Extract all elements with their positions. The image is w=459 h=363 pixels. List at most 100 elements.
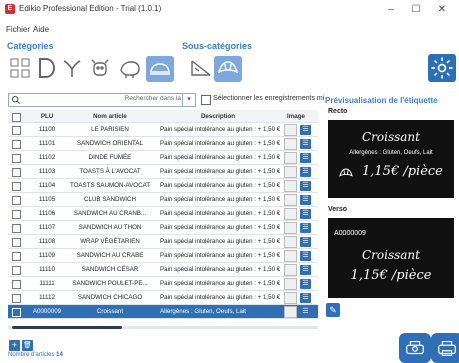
cell-nom-article: SANDWICH CÉSAR: [81, 266, 139, 273]
menu-fichier[interactable]: Fichier: [6, 25, 30, 34]
cell-image[interactable]: [284, 263, 298, 276]
row-checkbox[interactable]: [12, 249, 22, 262]
scrollbar-thumb[interactable]: [12, 326, 122, 329]
table-row[interactable]: 11101 SANDWICH ORIENTAL Pain spécial intol…: [8, 137, 318, 151]
table-row[interactable]: 11112 SANDWICH CHICAGO Pain spécial intolé…: [8, 291, 318, 305]
row-details-button[interactable]: ☰: [300, 291, 314, 304]
recto-label-preview: Croissant Allergènes : Gluten, Oeufs, La…: [328, 120, 454, 198]
image-placeholder-icon: [284, 278, 297, 290]
table-row[interactable]: 11100 LE PARISIEN Pain spécial intolérance…: [8, 123, 318, 137]
row-checkbox[interactable]: [12, 235, 22, 248]
preview-title: Prévisualisation de l'étiquette: [325, 96, 438, 105]
row-details-button[interactable]: ☰: [300, 207, 314, 220]
window-title: Edikio Professional Edition - Trial (1.0…: [19, 4, 162, 13]
row-details-button[interactable]: ☰: [300, 263, 314, 276]
table-row[interactable]: 11106 SANDWICH AU CRANB... Pain spécial in…: [8, 207, 318, 221]
row-checkbox[interactable]: [12, 123, 22, 136]
row-details-button[interactable]: ☰: [300, 277, 314, 290]
row-details-button[interactable]: ☰: [300, 221, 314, 234]
table-header-row: PLU Nom article Description Image: [8, 110, 318, 123]
edit-label-button[interactable]: ✎: [326, 303, 340, 317]
subcategory-sandwich-icon[interactable]: [187, 56, 215, 82]
row-details-button[interactable]: ☰: [300, 305, 314, 318]
minimize-button[interactable]: –: [380, 2, 402, 18]
verso-label-preview: A0000009 Croissant 1,15€ /pièce: [328, 218, 454, 298]
print-settings-button[interactable]: [399, 333, 431, 363]
cell-image[interactable]: [284, 221, 298, 234]
cell-image[interactable]: [284, 165, 298, 178]
column-header-nom[interactable]: Nom article: [68, 110, 152, 123]
row-checkbox[interactable]: [12, 137, 22, 150]
row-checkbox[interactable]: [12, 165, 22, 178]
row-details-button[interactable]: ☰: [300, 151, 314, 164]
cell-image[interactable]: [284, 235, 298, 248]
row-checkbox[interactable]: [12, 277, 22, 290]
category-bakery-icon[interactable]: [146, 56, 174, 82]
row-checkbox[interactable]: [12, 193, 22, 206]
row-details-button[interactable]: ☰: [300, 123, 314, 136]
list-icon: ☰: [300, 251, 311, 261]
row-details-button[interactable]: ☰: [300, 235, 314, 248]
search-input[interactable]: Rechercher dans la: [8, 93, 196, 107]
cell-nom-article: Croissant: [96, 308, 124, 315]
maximize-button[interactable]: ☐: [405, 2, 427, 18]
category-d-icon[interactable]: [32, 56, 60, 82]
cell-image[interactable]: [284, 179, 298, 192]
row-details-button[interactable]: ☰: [300, 165, 314, 178]
delete-article-button[interactable]: 🗑: [22, 340, 33, 351]
row-details-button[interactable]: ☰: [300, 249, 314, 262]
column-header-plu[interactable]: PLU: [30, 110, 64, 123]
cell-description: Pain spécial intolérance au gluten : + 1…: [160, 196, 281, 203]
row-details-button[interactable]: ☰: [300, 193, 314, 206]
row-checkbox[interactable]: [12, 179, 22, 192]
print-button[interactable]: [431, 333, 459, 363]
row-checkbox[interactable]: [12, 207, 22, 220]
cell-image[interactable]: [284, 137, 298, 150]
table-row[interactable]: 11110 SANDWICH CÉSAR Pain spécial intoléra…: [8, 263, 318, 277]
row-checkbox[interactable]: [12, 151, 22, 164]
table-row[interactable]: 11107 SANDWICH AU THON Pain spécial intolé…: [8, 221, 318, 235]
label-settings-button[interactable]: [428, 54, 456, 82]
cell-image[interactable]: [284, 249, 298, 262]
cell-image[interactable]: [284, 277, 298, 290]
header-checkbox[interactable]: [12, 110, 22, 123]
subcategory-croissant-icon[interactable]: [214, 56, 242, 82]
cell-image[interactable]: [284, 291, 298, 304]
cell-plu: 11101: [38, 140, 56, 147]
column-header-image[interactable]: Image: [278, 110, 314, 123]
cell-image[interactable]: [284, 193, 298, 206]
cell-description: Pain spécial intolérance au gluten : + 1…: [160, 238, 281, 245]
cell-description: Pain spécial intolérance au gluten : + 1…: [160, 182, 281, 189]
row-checkbox[interactable]: [12, 305, 22, 318]
table-row[interactable]: 11104 TOASTS SAUMON-AVOCAT Pain spécial in…: [8, 179, 318, 193]
row-checkbox[interactable]: [12, 291, 22, 304]
row-details-button[interactable]: ☰: [300, 137, 314, 150]
add-article-button[interactable]: +: [9, 340, 20, 351]
image-placeholder-icon: [284, 236, 297, 248]
table-row[interactable]: A0000009 Croissant Allergènes : Gluten, Oe…: [8, 305, 318, 319]
table-row[interactable]: 11111 SANDWICH POULET-PE... Pain spécial i…: [8, 277, 318, 291]
table-row[interactable]: 11109 SANDWICH AU CRABE Pain spécial intol…: [8, 249, 318, 263]
cell-image[interactable]: [284, 305, 298, 318]
select-records-checkbox[interactable]: [201, 95, 211, 105]
search-scope-dropdown[interactable]: ▾: [182, 93, 196, 107]
menu-aide[interactable]: Aide: [33, 25, 49, 34]
cell-image[interactable]: [284, 207, 298, 220]
column-header-description[interactable]: Description: [156, 110, 280, 123]
table-row[interactable]: 11108 WRAP VÉGÉTARIEN Pain spécial intolér…: [8, 235, 318, 249]
table-row[interactable]: 11105 CLUB SANDWICH Pain spécial intoléran…: [8, 193, 318, 207]
row-details-button[interactable]: ☰: [300, 179, 314, 192]
app-logo-icon: E: [5, 4, 15, 14]
row-checkbox[interactable]: [12, 263, 22, 276]
category-beef-icon[interactable]: [86, 56, 114, 82]
table-row[interactable]: 11103 TOASTS À L'AVOCAT Pain spécial intol…: [8, 165, 318, 179]
cell-image[interactable]: [284, 151, 298, 164]
table-row[interactable]: 11102 DINDE FUMÉE Pain spécial intolérance…: [8, 151, 318, 165]
cell-image[interactable]: [284, 123, 298, 136]
category-pork-icon[interactable]: [116, 56, 144, 82]
close-button[interactable]: ✕: [431, 2, 453, 18]
category-all-icon[interactable]: [6, 56, 34, 82]
category-poultry-icon[interactable]: [58, 56, 86, 82]
cell-nom-article: WRAP VÉGÉTARIEN: [80, 238, 140, 245]
row-checkbox[interactable]: [12, 221, 22, 234]
